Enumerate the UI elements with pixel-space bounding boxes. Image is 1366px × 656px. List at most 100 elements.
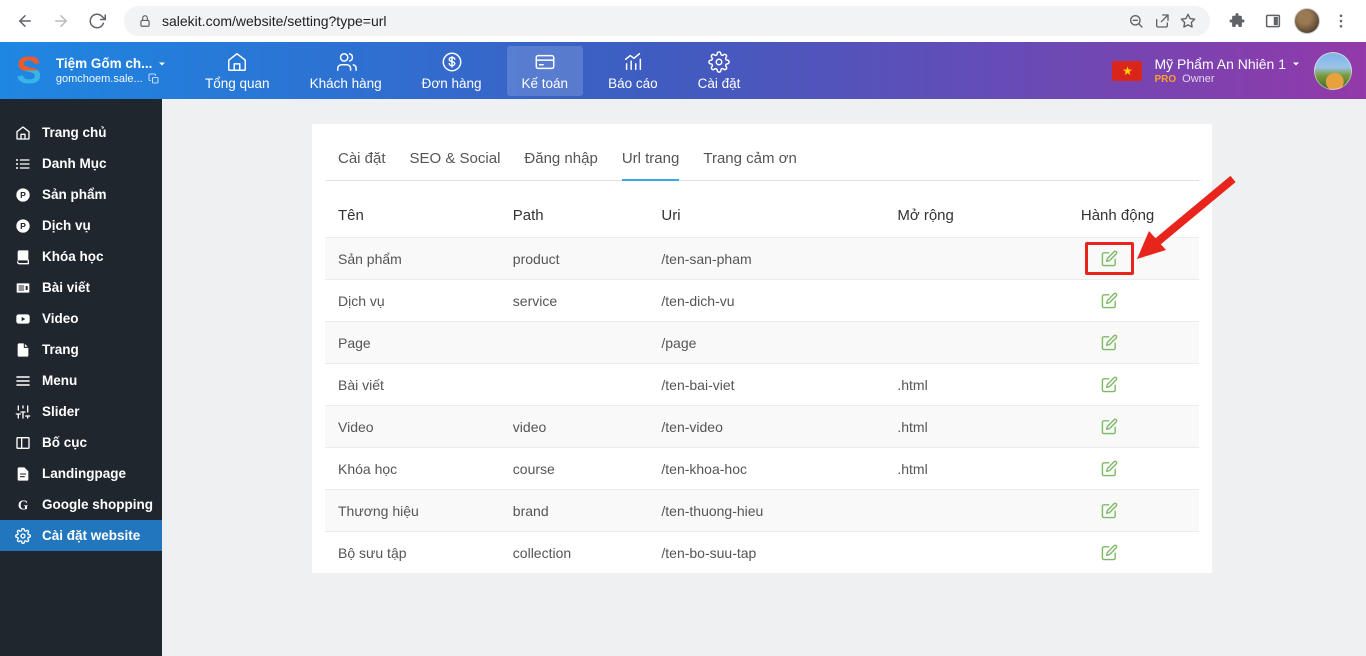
sidebar-item-san-pham[interactable]: P Sản phẩm: [0, 179, 162, 210]
caret-down-icon[interactable]: [156, 58, 168, 70]
puzzle-icon: [1228, 12, 1246, 30]
column-header-0: Tên: [338, 207, 364, 224]
tab-url-trang[interactable]: Url trang: [621, 150, 680, 181]
topbar-nav-cai-dat[interactable]: Cài đặt: [683, 46, 756, 96]
refresh-button[interactable]: [82, 6, 112, 36]
topbar-nav-tong-quan[interactable]: Tổng quan: [190, 46, 285, 96]
gear-icon: [708, 50, 730, 73]
list-icon: [15, 156, 31, 172]
sidebar-item-slider[interactable]: Slider: [0, 396, 162, 427]
edit-icon[interactable]: [1101, 250, 1118, 267]
svg-text:P: P: [20, 221, 26, 231]
zoom-out-icon[interactable]: [1128, 13, 1144, 29]
tab-seo-social[interactable]: SEO & Social: [410, 150, 501, 180]
sidebar-item-trang[interactable]: Trang: [0, 334, 162, 365]
sliders-icon: [15, 404, 31, 420]
plan-badge: PRO: [1154, 74, 1177, 85]
file-text-icon: [15, 466, 31, 482]
sidebar-item-google-shopping[interactable]: G Google shopping: [0, 489, 162, 520]
sidebar-item-cai-dat-website[interactable]: Cài đặt website: [0, 520, 162, 551]
sidebar-item-trang-chu[interactable]: Trang chủ: [0, 117, 162, 148]
cell-ext: .html: [884, 405, 1068, 448]
cell-ext: .html: [884, 447, 1068, 490]
sidebar-item-label: Danh Mục: [42, 156, 107, 171]
icon-wrap: [1085, 536, 1134, 569]
topbar-nav-don-hang[interactable]: Đơn hàng: [407, 46, 497, 96]
extensions-button[interactable]: [1222, 6, 1252, 36]
topbar-nav-khach-hang[interactable]: Khách hàng: [295, 46, 397, 96]
icon-wrap: [1085, 410, 1134, 443]
edit-icon[interactable]: [1101, 418, 1118, 435]
vietnam-flag-icon[interactable]: ★: [1112, 60, 1143, 81]
cell-action: [1067, 447, 1199, 490]
edit-icon[interactable]: [1101, 460, 1118, 477]
forward-button[interactable]: [46, 6, 76, 36]
home-icon: [15, 125, 31, 141]
app-topbar: S S Tiệm Gốm ch... gomchoem.sale... Tổng…: [0, 42, 1366, 99]
back-button[interactable]: [10, 6, 40, 36]
shop-name[interactable]: Tiệm Gốm ch...: [56, 56, 153, 71]
copy-icon[interactable]: [148, 73, 160, 85]
edit-icon[interactable]: [1101, 502, 1118, 519]
sidebar-item-dich-vu[interactable]: P Dịch vụ: [0, 210, 162, 241]
share-icon[interactable]: [1154, 13, 1170, 29]
address-bar[interactable]: salekit.com/website/setting?type=url: [124, 6, 1210, 36]
table-row: Thương hiệu brand /ten-thuong-hieu: [325, 489, 1199, 532]
sidebar-item-label: Sản phẩm: [42, 187, 107, 202]
sidebar-item-bai-viet[interactable]: Bài viết: [0, 272, 162, 303]
sidebar-item-khoa-hoc[interactable]: Khóa học: [0, 241, 162, 272]
topbar-nav: Tổng quan Khách hàng Đơn hàng Kế toán Bá…: [168, 45, 756, 96]
sidebar-item-label: Bố cục: [42, 435, 88, 450]
sidebar-item-bo-cuc[interactable]: Bố cục: [0, 427, 162, 458]
tab-cai-dat[interactable]: Cài đặt: [338, 150, 386, 180]
cell-ext: .html: [884, 363, 1068, 406]
cell-uri: /ten-bai-viet: [648, 363, 885, 406]
icon-wrap: [1085, 494, 1134, 527]
circle-p-icon: P: [15, 187, 31, 203]
sidebar-item-label: Khóa học: [42, 249, 104, 264]
circle-p-icon: P: [15, 218, 31, 234]
edit-icon[interactable]: [1101, 334, 1118, 351]
url-text[interactable]: salekit.com/website/setting?type=url: [162, 13, 1118, 29]
cell-ten: Dịch vụ: [325, 279, 500, 322]
cell-uri: /ten-thuong-hieu: [648, 489, 885, 532]
shop-switcher[interactable]: S S Tiệm Gốm ch... gomchoem.sale...: [0, 49, 168, 93]
sidebar-item-menu[interactable]: Menu: [0, 365, 162, 396]
sidebar: Trang chủ Danh Mục P Sản phẩm P Dịch vụ …: [0, 99, 162, 656]
lock-icon: [138, 14, 152, 28]
sidebar-item-danh-muc[interactable]: Danh Mục: [0, 148, 162, 179]
cell-path: video: [499, 405, 649, 448]
account-name[interactable]: Mỹ Phẩm An Nhiên 1: [1154, 56, 1286, 72]
browser-profile-avatar[interactable]: [1294, 8, 1320, 34]
caret-down-icon[interactable]: [1290, 58, 1302, 70]
cell-ten: Video: [325, 405, 500, 448]
topbar-nav-ke-toan[interactable]: Kế toán: [506, 45, 584, 96]
annotation-highlight-box: [1084, 242, 1134, 275]
home-icon: [226, 51, 248, 73]
g-letter-icon: G: [15, 497, 31, 513]
account-avatar[interactable]: [1314, 51, 1352, 90]
edit-icon[interactable]: [1101, 376, 1118, 393]
cell-path: service: [499, 279, 649, 322]
sidebar-item-label: Cài đặt website: [42, 528, 141, 543]
cell-ten: Bộ sưu tập: [325, 531, 500, 573]
sidebar-item-video[interactable]: Video: [0, 303, 162, 334]
browser-menu-button[interactable]: [1326, 6, 1356, 36]
tab-trang-cam-on[interactable]: Trang cảm ơn: [703, 150, 796, 180]
cell-action: [1067, 531, 1199, 573]
cell-ten: Khóa học: [325, 447, 500, 490]
topbar-nav-bao-cao[interactable]: Báo cáo: [593, 46, 673, 96]
columns-icon: [15, 435, 31, 451]
bookmark-star-icon[interactable]: [1180, 13, 1196, 29]
tab-dang-nhap[interactable]: Đăng nhập: [524, 150, 597, 180]
cell-ext: [884, 321, 1068, 364]
side-panel-button[interactable]: [1258, 6, 1288, 36]
edit-icon[interactable]: [1101, 544, 1118, 561]
icon-wrap: [1085, 284, 1134, 317]
shop-domain: gomchoem.sale...: [55, 73, 143, 85]
menu-icon: [15, 373, 31, 389]
cell-uri: /ten-video: [648, 405, 885, 448]
icon-wrap: [1085, 452, 1134, 485]
edit-icon[interactable]: [1101, 292, 1118, 309]
sidebar-item-landingpage[interactable]: Landingpage: [0, 458, 162, 489]
